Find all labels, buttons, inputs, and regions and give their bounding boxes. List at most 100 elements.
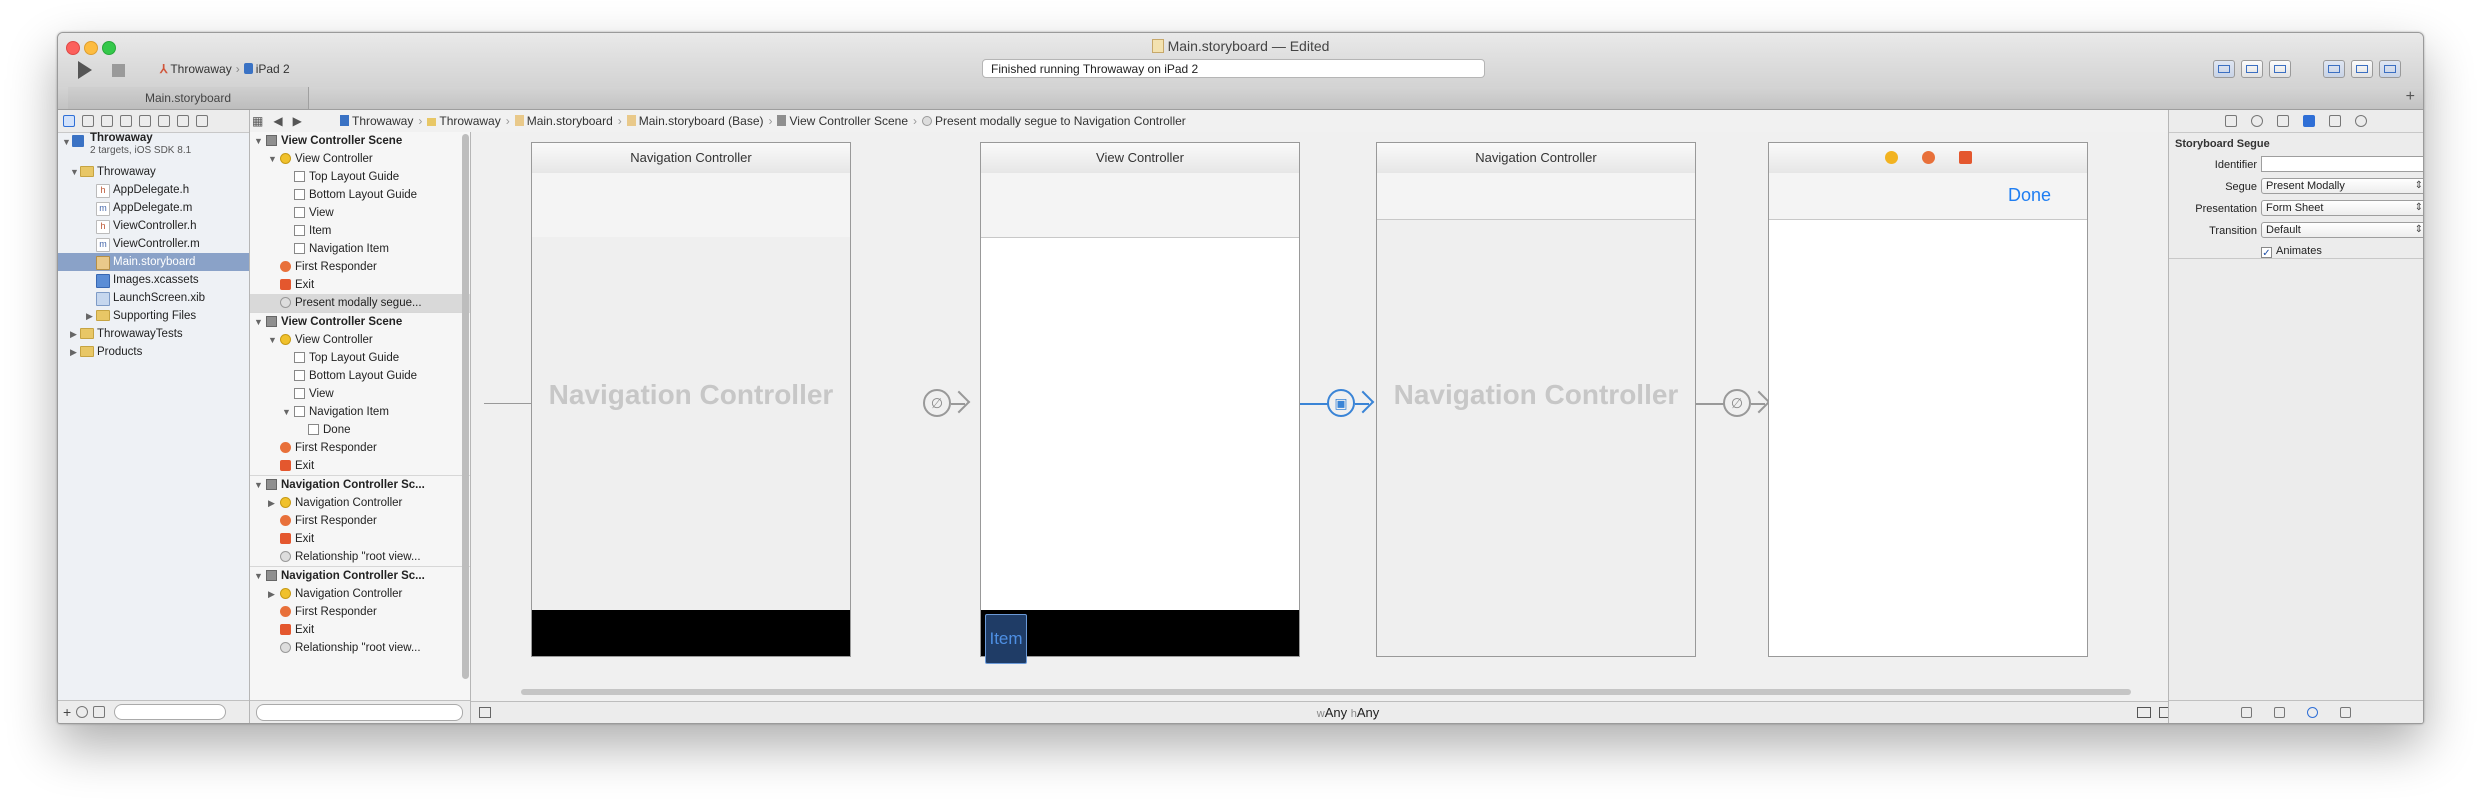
outline-row[interactable]: Done (250, 421, 470, 439)
add-file-button[interactable]: + (63, 704, 71, 720)
outline-row[interactable]: Present modally segue... (250, 294, 470, 312)
navigator-filter-field[interactable] (114, 704, 227, 720)
disclosure-triangle-icon[interactable]: ▼ (268, 150, 277, 168)
outline-row[interactable]: Relationship "root view... (250, 548, 470, 566)
outline-row[interactable]: Relationship "root view... (250, 639, 470, 657)
outline-row[interactable]: Item (250, 222, 470, 240)
debug-navigator-icon[interactable] (158, 115, 170, 127)
size-class-control[interactable]: wAny hAny (471, 702, 2225, 723)
breadcrumb-item[interactable]: Main.storyboard (514, 114, 613, 128)
file-inspector-icon[interactable] (2225, 115, 2237, 127)
outline-row[interactable]: ▼ View Controller (250, 331, 470, 349)
size-inspector-icon[interactable] (2329, 115, 2341, 127)
outline-scrollbar[interactable] (462, 134, 469, 679)
new-tab-button[interactable]: + (2406, 88, 2415, 106)
toggle-navigator-button[interactable] (2323, 60, 2345, 78)
disclosure-triangle-icon[interactable]: ▼ (254, 476, 263, 494)
outline-row[interactable]: ▼ Navigation Controller Sc... (250, 566, 470, 585)
navigator-item[interactable]: ▶ ThrowawayTests (58, 325, 249, 343)
recent-files-clock-icon[interactable] (76, 706, 89, 718)
relationship-segue-icon[interactable]: ∅ (1723, 389, 1751, 417)
storyboard-canvas[interactable]: Navigation Controller Navigation Control… (471, 132, 2225, 701)
navigator-item[interactable]: h ViewController.h (58, 217, 249, 235)
outline-filter-field[interactable] (256, 704, 463, 721)
navigator-item[interactable]: ▶ Products (58, 343, 249, 361)
present-modally-segue-icon[interactable]: ▣ (1327, 389, 1355, 417)
outline-row[interactable]: Exit (250, 530, 470, 548)
attributes-inspector-icon[interactable] (2303, 115, 2315, 127)
transition-select[interactable]: Default (2261, 222, 2423, 238)
assistant-editor-button[interactable] (2241, 60, 2263, 78)
project-navigator-folder-icon[interactable] (63, 115, 75, 127)
outline-row[interactable]: ▼ Navigation Item (250, 403, 470, 421)
breakpoint-navigator-icon[interactable] (177, 115, 189, 127)
outline-row[interactable]: Bottom Layout Guide (250, 186, 470, 204)
exit-icon[interactable] (1958, 151, 1972, 164)
quick-help-icon[interactable] (2251, 115, 2263, 127)
outline-row[interactable]: Bottom Layout Guide (250, 367, 470, 385)
disclosure-triangle-icon[interactable]: ▼ (254, 132, 263, 150)
presentation-select[interactable]: Form Sheet (2261, 200, 2423, 216)
breadcrumb-item[interactable]: Throwaway (427, 114, 501, 128)
outline-row[interactable]: Top Layout Guide (250, 168, 470, 186)
disclosure-triangle-icon[interactable]: ▶ (70, 343, 77, 361)
outline-row[interactable]: First Responder (250, 512, 470, 530)
disclosure-triangle-icon[interactable]: ▶ (70, 325, 77, 343)
version-editor-button[interactable] (2269, 60, 2291, 78)
toolbar-item-button[interactable]: Item (985, 614, 1027, 664)
outline-row[interactable]: First Responder (250, 439, 470, 457)
connections-inspector-icon[interactable] (2355, 115, 2367, 127)
navigator-item[interactable]: m AppDelegate.m (58, 199, 249, 217)
jump-bar-nav-controls[interactable]: ▦◀▶ (252, 110, 312, 132)
done-bar-button[interactable]: Done (2008, 185, 2051, 206)
outline-row[interactable]: ▼ View Controller (250, 150, 470, 168)
segue-kind-select[interactable]: Present Modally (2261, 178, 2423, 194)
toggle-utilities-button[interactable] (2379, 60, 2401, 78)
outline-row[interactable]: Exit (250, 276, 470, 294)
identity-inspector-icon[interactable] (2277, 115, 2289, 127)
outline-row[interactable]: Top Layout Guide (250, 349, 470, 367)
embed-in-stack-icon[interactable] (2137, 707, 2151, 718)
outline-row[interactable]: Exit (250, 621, 470, 639)
disclosure-triangle-icon[interactable]: ▼ (62, 133, 71, 151)
breadcrumb-item[interactable]: Throwaway (340, 114, 413, 128)
symbol-navigator-icon[interactable] (82, 115, 94, 127)
scheme-selector[interactable]: ⅄ Throwaway › iPad 2 (160, 62, 290, 76)
view-controller-icon[interactable] (1884, 151, 1898, 164)
breadcrumb-item[interactable]: Main.storyboard (Base) (626, 114, 763, 128)
navigator-item[interactable]: ▼ Throwaway (58, 163, 249, 181)
identifier-field[interactable] (2261, 156, 2423, 172)
disclosure-triangle-icon[interactable]: ▼ (254, 313, 263, 331)
breadcrumb-item[interactable]: View Controller Scene (777, 114, 908, 128)
breadcrumb-item[interactable]: Present modally segue to Navigation Cont… (922, 114, 1186, 128)
find-navigator-search-icon[interactable] (101, 115, 113, 127)
object-library-icon[interactable] (2307, 706, 2318, 718)
view-controller-scene[interactable]: View Controller Item (980, 142, 1300, 664)
outline-row[interactable]: ▼ View Controller Scene (250, 312, 470, 331)
stop-button[interactable] (112, 64, 125, 77)
disclosure-triangle-icon[interactable]: ▶ (268, 494, 275, 512)
first-responder-icon[interactable] (1921, 151, 1935, 164)
test-navigator-diamond-icon[interactable] (139, 115, 151, 127)
run-button[interactable] (78, 61, 92, 79)
canvas-horizontal-scrollbar[interactable] (521, 689, 2131, 695)
outline-row[interactable]: View (250, 204, 470, 222)
relationship-segue-icon[interactable]: ∅ (923, 389, 951, 417)
view-controller-scene-done[interactable]: Done (1768, 142, 2088, 657)
outline-row[interactable]: ▼ Navigation Controller Sc... (250, 475, 470, 494)
disclosure-triangle-icon[interactable]: ▶ (268, 585, 275, 603)
outline-row[interactable]: ▶ Navigation Controller (250, 585, 470, 603)
outline-row[interactable]: First Responder (250, 603, 470, 621)
animates-checkbox[interactable]: ✓ Animates (2261, 245, 2322, 259)
disclosure-triangle-icon[interactable]: ▼ (254, 567, 263, 585)
toggle-debug-area-button[interactable] (2351, 60, 2373, 78)
navigator-item[interactable]: h AppDelegate.h (58, 181, 249, 199)
code-snippet-library-icon[interactable] (2274, 706, 2285, 718)
navigator-item[interactable]: Images.xcassets (58, 271, 249, 289)
disclosure-triangle-icon[interactable]: ▼ (70, 163, 79, 181)
outline-row[interactable]: ▼ View Controller Scene (250, 132, 470, 150)
outline-row[interactable]: ▶ Navigation Controller (250, 494, 470, 512)
disclosure-triangle-icon[interactable]: ▶ (86, 307, 93, 325)
standard-editor-button[interactable] (2213, 60, 2235, 78)
navigator-item[interactable]: Main.storyboard (58, 253, 249, 271)
